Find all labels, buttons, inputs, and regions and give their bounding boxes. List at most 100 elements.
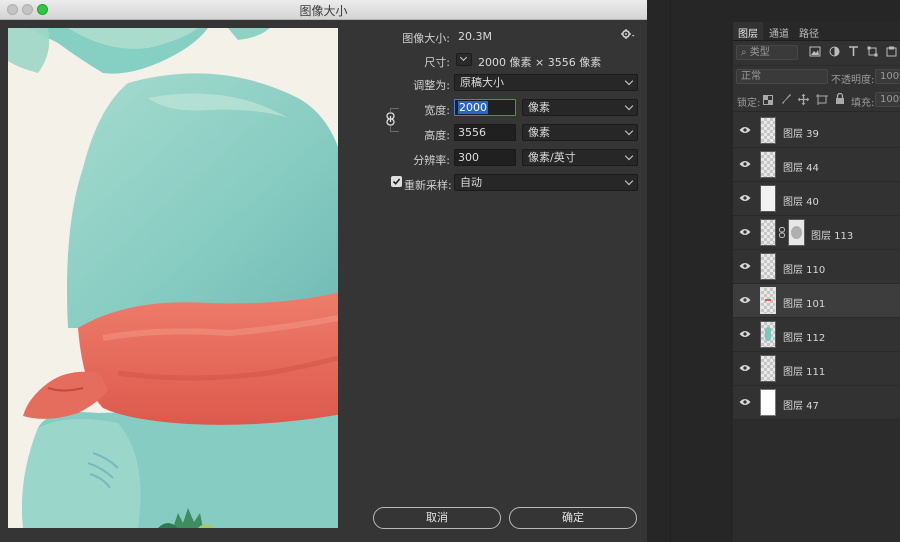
visibility-eye-icon[interactable] xyxy=(739,296,751,304)
fill-value: 100% xyxy=(880,94,900,105)
image-filter-icon[interactable] xyxy=(809,46,821,57)
dimensions-label: 尺寸: xyxy=(424,56,450,69)
width-value: 2000 xyxy=(458,101,488,114)
lock-position-icon[interactable] xyxy=(798,94,809,105)
fill-label: 填充: xyxy=(851,98,875,109)
dimensions-value: 2000 像素 × 3556 像素 xyxy=(478,56,602,69)
panel-empty-area xyxy=(733,420,900,542)
lock-label: 锁定: xyxy=(737,98,761,109)
layer-name: 图层 39 xyxy=(783,129,819,140)
resample-label: 重新采样: xyxy=(404,179,452,192)
layer-thumbnail xyxy=(760,151,776,178)
layer-row-selected[interactable]: 图层 101 xyxy=(733,284,900,318)
shape-filter-icon[interactable] xyxy=(867,46,878,57)
lock-image-pixels-icon[interactable] xyxy=(781,94,792,105)
lock-artboard-icon[interactable] xyxy=(816,94,828,105)
blend-mode-value: 正常 xyxy=(741,71,761,82)
filter-kind-select[interactable]: ⌕ 类型 xyxy=(736,45,798,60)
layer-name: 图层 112 xyxy=(783,333,826,344)
layer-row[interactable]: 图层 111 xyxy=(733,352,900,386)
layer-name: 图层 110 xyxy=(783,265,826,276)
image-size-value: 20.3M xyxy=(458,30,492,43)
visibility-eye-icon[interactable] xyxy=(739,160,751,168)
layer-row[interactable]: 图层 47 xyxy=(733,386,900,420)
layer-name: 图层 47 xyxy=(783,401,819,412)
lock-transparent-pixels-icon[interactable] xyxy=(763,95,773,105)
resample-checkbox[interactable] xyxy=(391,176,402,187)
chevron-down-icon xyxy=(624,176,634,186)
height-label: 高度: xyxy=(424,129,450,142)
divider xyxy=(670,0,671,542)
constrain-proportions-link-icon[interactable] xyxy=(386,112,395,126)
resolution-unit-select[interactable]: 像素/英寸 xyxy=(522,149,638,166)
visibility-eye-icon[interactable] xyxy=(739,126,751,134)
panel-tabs: 图层 通道 路径 xyxy=(733,22,900,41)
layers-panel: 图层 通道 路径 ⌕ 类型 正常 不透明度: 100% 锁定: 填充: 100% xyxy=(733,0,900,542)
cancel-button[interactable]: 取消 xyxy=(373,507,501,529)
height-unit: 像素 xyxy=(528,126,550,139)
height-unit-select[interactable]: 像素 xyxy=(522,124,638,141)
chevron-down-icon xyxy=(624,76,634,86)
image-size-dialog: 图像大小 图像大小: 20.3M 尺寸: 2000 像素 × 3556 像素 调… xyxy=(0,0,647,542)
layer-mask-thumbnail[interactable] xyxy=(788,219,805,246)
layer-filter-row: ⌕ 类型 xyxy=(733,41,900,66)
resolution-label: 分辨率: xyxy=(413,154,450,167)
filter-kind-value: 类型 xyxy=(749,47,770,58)
layer-name: 图层 113 xyxy=(811,231,854,242)
lock-all-icon[interactable] xyxy=(835,93,845,105)
dialog-titlebar: 图像大小 xyxy=(0,0,647,20)
layer-row[interactable]: 图层 39 xyxy=(733,114,900,148)
layer-thumbnail xyxy=(760,355,776,382)
smart-object-filter-icon[interactable] xyxy=(886,46,897,57)
visibility-eye-icon[interactable] xyxy=(739,262,751,270)
height-input[interactable]: 3556 xyxy=(454,124,516,141)
layer-name: 图层 40 xyxy=(783,197,819,208)
layer-thumbnail xyxy=(760,253,776,280)
visibility-eye-icon[interactable] xyxy=(739,398,751,406)
canvas-background xyxy=(647,0,733,542)
visibility-eye-icon[interactable] xyxy=(739,228,751,236)
layer-row[interactable]: 图层 110 xyxy=(733,250,900,284)
opacity-input[interactable]: 100% xyxy=(875,69,900,84)
width-input[interactable]: 2000 xyxy=(454,99,516,116)
image-preview[interactable] xyxy=(8,28,338,528)
fit-to-value: 原稿大小 xyxy=(460,76,504,89)
layer-row[interactable]: 图层 113 xyxy=(733,216,900,250)
layer-thumbnail xyxy=(760,287,776,314)
visibility-eye-icon[interactable] xyxy=(739,364,751,372)
settings-gear-icon[interactable] xyxy=(621,28,635,40)
fit-to-select[interactable]: 原稿大小 xyxy=(454,74,638,91)
layer-thumbnail xyxy=(760,117,776,144)
dialog-title: 图像大小 xyxy=(299,4,348,18)
layer-thumbnail xyxy=(760,185,776,212)
mask-link-icon[interactable] xyxy=(779,227,785,238)
layer-row[interactable]: 图层 40 xyxy=(733,182,900,216)
visibility-eye-icon[interactable] xyxy=(739,194,751,202)
ok-button[interactable]: 确定 xyxy=(509,507,637,529)
image-size-label: 图像大小: xyxy=(402,32,450,45)
resample-value: 自动 xyxy=(460,176,482,189)
resolution-input[interactable]: 300 xyxy=(454,149,516,166)
tab-layers[interactable]: 图层 xyxy=(738,25,758,40)
blend-mode-select[interactable]: 正常 xyxy=(736,69,828,84)
panel-header-strip xyxy=(733,0,900,22)
opacity-value: 100% xyxy=(880,71,900,82)
fit-to-label: 调整为: xyxy=(413,79,450,92)
fill-input[interactable]: 100% xyxy=(875,92,900,107)
tab-channels[interactable]: 通道 xyxy=(769,25,789,40)
visibility-eye-icon[interactable] xyxy=(739,330,751,338)
resolution-unit: 像素/英寸 xyxy=(528,151,576,164)
dimensions-unit-dropdown[interactable] xyxy=(456,53,472,66)
tab-paths[interactable]: 路径 xyxy=(799,25,819,40)
resample-select[interactable]: 自动 xyxy=(454,174,638,191)
adjustment-filter-icon[interactable] xyxy=(829,46,840,57)
height-value: 3556 xyxy=(458,126,486,139)
type-filter-icon[interactable] xyxy=(848,46,859,57)
layer-row[interactable]: 图层 112 xyxy=(733,318,900,352)
layer-name: 图层 44 xyxy=(783,163,819,174)
layer-row[interactable]: 图层 44 xyxy=(733,148,900,182)
chevron-down-icon xyxy=(624,101,634,111)
checkmark-icon xyxy=(392,178,401,185)
width-label: 宽度: xyxy=(424,104,450,117)
width-unit-select[interactable]: 像素 xyxy=(522,99,638,116)
